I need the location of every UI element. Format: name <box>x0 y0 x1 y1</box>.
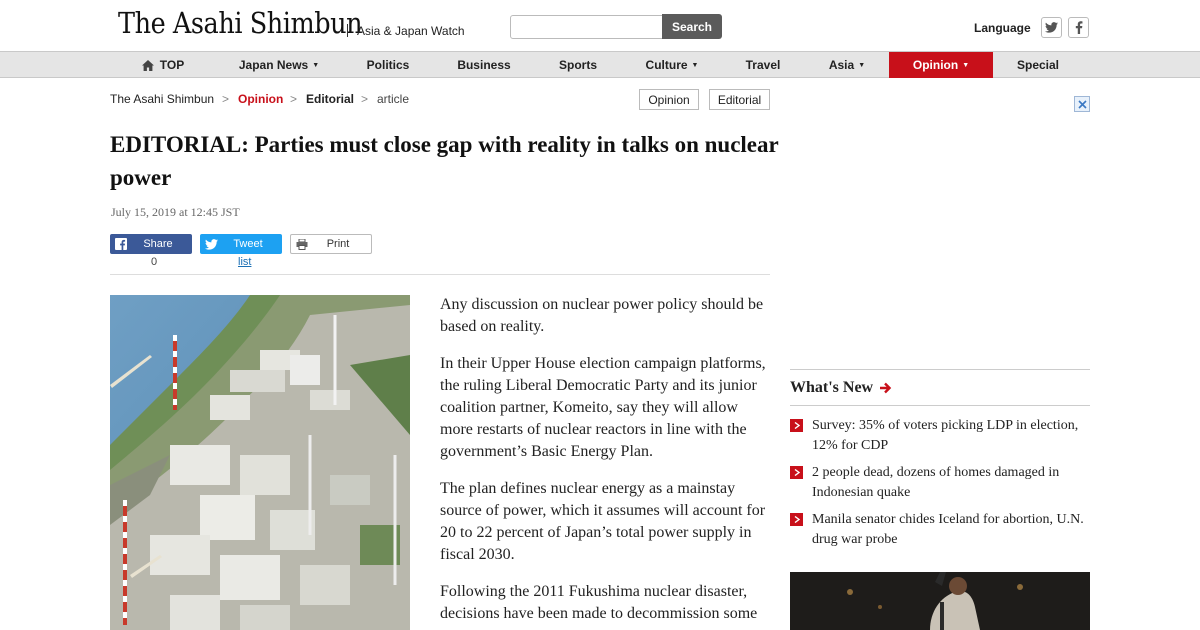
home-icon <box>141 59 154 71</box>
nav-item-asia[interactable]: Asia ▼ <box>814 52 880 78</box>
nav-item-japan-news[interactable]: Japan News ▼ <box>226 52 332 78</box>
nav-label-special: Special <box>1016 58 1060 72</box>
nav-label-travel: Travel <box>745 58 781 72</box>
article-divider <box>110 274 770 275</box>
arrow-right-icon <box>880 382 892 394</box>
facebook-icon <box>1075 21 1082 34</box>
article-paragraph: Any discussion on nuclear power policy s… <box>440 296 764 335</box>
language-selector[interactable]: Language <box>974 21 1031 35</box>
chevron-right-icon <box>790 419 803 432</box>
search-button[interactable]: Search <box>662 14 722 39</box>
nav-item-special[interactable]: Special <box>1006 52 1070 78</box>
whats-new-divider <box>790 369 1090 370</box>
tag-editorial[interactable]: Editorial <box>709 89 770 110</box>
caret-down-icon: ▼ <box>312 61 320 69</box>
news-item[interactable]: 2 people dead, dozens of homes damaged i… <box>790 463 1090 503</box>
twitter-icon <box>1045 22 1058 33</box>
news-headline[interactable]: Survey: 35% of voters picking LDP in ele… <box>812 416 1090 456</box>
main-nav: TOP Japan News ▼ Politics Business Sports… <box>0 52 1200 78</box>
nav-label-asia: Asia <box>828 58 855 72</box>
nav-label-top: TOP <box>159 58 185 72</box>
facebook-share-button[interactable]: Share <box>110 234 192 254</box>
facebook-share-label: Share <box>143 238 173 250</box>
nav-item-travel[interactable]: Travel <box>734 52 792 78</box>
print-button[interactable]: Print <box>290 234 372 254</box>
breadcrumb-separator: > <box>222 92 230 106</box>
article-photo <box>110 295 410 630</box>
logo-separator <box>347 24 348 37</box>
nav-item-top[interactable]: TOP <box>130 52 196 78</box>
breadcrumb-section[interactable]: Opinion <box>238 92 283 106</box>
ad-close-button[interactable] <box>1074 96 1090 112</box>
nav-item-sports[interactable]: Sports <box>548 52 608 78</box>
article-date: July 15, 2019 at 12:45 JST <box>111 205 240 219</box>
article-paragraph: Following the 2011 Fukushima nuclear dis… <box>440 583 758 622</box>
site-header: The Asahi Shimbun Asia & Japan Watch Sea… <box>0 0 1200 52</box>
breadcrumb-separator: > <box>290 92 298 106</box>
print-label: Print <box>326 238 350 250</box>
nav-item-culture[interactable]: Culture ▼ <box>630 52 714 78</box>
chevron-right-icon <box>790 466 803 479</box>
tag-opinion[interactable]: Opinion <box>639 89 699 110</box>
caret-down-icon: ▼ <box>691 61 699 69</box>
search-input[interactable] <box>510 15 663 39</box>
whats-new-heading[interactable]: What's New <box>790 379 892 397</box>
breadcrumb-current: article <box>377 92 410 106</box>
breadcrumb-separator: > <box>361 92 369 106</box>
article-body: Any discussion on nuclear power policy s… <box>440 294 770 630</box>
nav-label-japan-news: Japan News <box>238 58 309 72</box>
facebook-header-button[interactable] <box>1068 17 1089 38</box>
tweet-label: Tweet <box>233 238 263 250</box>
nav-label-culture: Culture <box>645 58 688 72</box>
print-icon <box>291 234 313 254</box>
nav-item-opinion[interactable]: Opinion ▼ <box>889 52 993 78</box>
breadcrumb-subsection[interactable]: Editorial <box>306 92 354 106</box>
article-paragraph: In their Upper House election campaign p… <box>440 355 766 460</box>
tweet-button[interactable]: Tweet <box>200 234 282 254</box>
twitter-header-button[interactable] <box>1041 17 1062 38</box>
sidebar-feature-photo[interactable] <box>790 572 1090 630</box>
article-title: EDITORIAL: Parties must close gap with r… <box>110 132 779 190</box>
tweet-list-link[interactable]: list <box>238 256 251 268</box>
whats-new-divider <box>790 405 1090 406</box>
nav-label-sports: Sports <box>558 58 597 72</box>
twitter-icon <box>200 234 222 254</box>
nav-label-business: Business <box>457 58 511 72</box>
facebook-icon <box>110 234 132 254</box>
caret-down-icon: ▼ <box>858 61 866 69</box>
nav-label-politics: Politics <box>366 58 410 72</box>
breadcrumb-home[interactable]: The Asahi Shimbun <box>110 92 214 106</box>
nav-label-opinion: Opinion <box>912 58 959 72</box>
site-logo[interactable]: The Asahi Shimbun <box>118 6 363 40</box>
caret-down-icon: ▼ <box>962 61 970 69</box>
nav-item-business[interactable]: Business <box>444 52 524 78</box>
news-headline[interactable]: 2 people dead, dozens of homes damaged i… <box>812 463 1090 503</box>
news-item[interactable]: Survey: 35% of voters picking LDP in ele… <box>790 416 1090 456</box>
news-headline[interactable]: Manila senator chides Iceland for aborti… <box>812 510 1090 550</box>
chevron-right-icon <box>790 513 803 526</box>
site-tagline: Asia & Japan Watch <box>357 24 465 38</box>
facebook-share-count: 0 <box>151 256 158 268</box>
close-icon <box>1077 99 1087 109</box>
article-paragraph: The plan defines nuclear energy as a mai… <box>440 480 766 563</box>
whats-new-title: What's New <box>790 379 874 396</box>
news-item[interactable]: Manila senator chides Iceland for aborti… <box>790 510 1090 550</box>
nav-item-politics[interactable]: Politics <box>354 52 422 78</box>
